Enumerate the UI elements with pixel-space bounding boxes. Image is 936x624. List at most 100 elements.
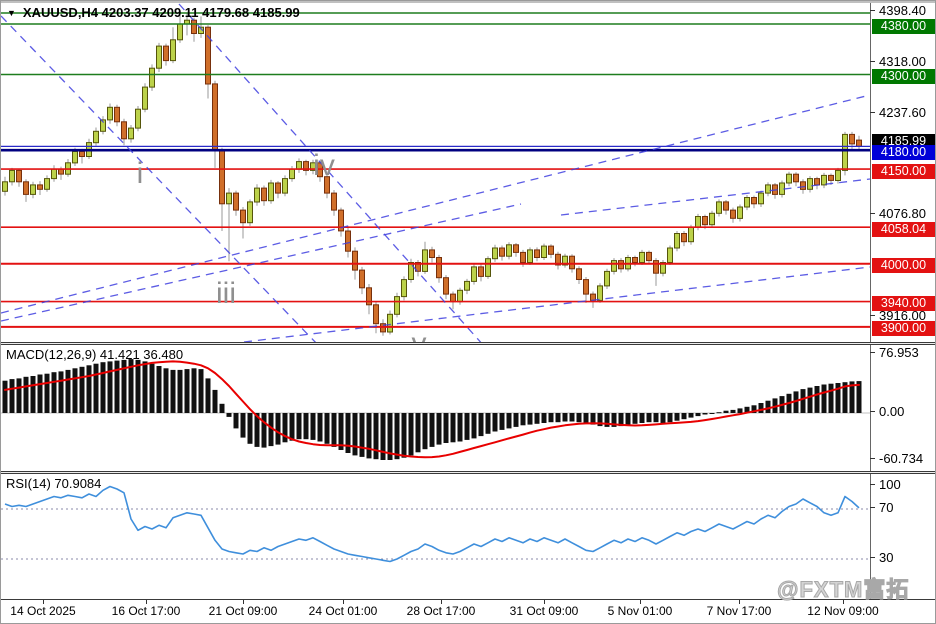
date-tick-mark [544,600,545,604]
rsi-tick: 100 [879,477,901,492]
axis-tick-mark [870,484,875,485]
date-tick-mark [243,600,244,604]
candle [583,279,589,295]
trendline [243,266,870,342]
macd-bar [541,413,547,423]
candle [44,178,50,190]
macd-tick: -60.734 [879,450,924,466]
candle [667,247,673,263]
panel-separator[interactable] [1,471,935,474]
chart-title-bar: ▼ XAUUSD,H4 4203.37 4209.11 4179.68 4185… [7,5,300,20]
candle [646,251,652,262]
candle [632,257,638,263]
macd-bar [758,403,764,413]
candle [765,184,771,194]
candle [170,39,176,62]
candle [702,216,708,226]
date-tick-mark [739,600,740,604]
candle [527,249,533,263]
macd-bar [247,413,253,444]
macd-bar [702,413,708,415]
candle [842,133,848,171]
candle [37,184,43,190]
chart-menu-icon[interactable]: ▼ [7,8,16,18]
macd-bar [72,368,78,413]
candle [793,173,799,183]
price-badge: 4150.00 [872,164,935,179]
candle [597,285,603,301]
price-axis[interactable]: 4398.40 4318.00 4237.60 4076.80 3916.00 4380.… [870,3,935,600]
macd-label: MACD(12,26,9) 41.421 36.480 [6,347,184,362]
candle [611,260,617,272]
wave-label: i [137,157,144,190]
candle [681,233,687,243]
candle [485,258,491,277]
macd-bar [170,369,176,413]
macd-tick: 76.953 [879,344,919,360]
macd-bar [184,369,190,413]
price-badge: 4380.00 [872,19,935,34]
macd-bar [583,413,589,423]
candle [219,149,225,205]
candle [9,169,15,183]
candle [653,260,659,274]
candle [121,121,127,140]
wave-label: v [412,327,427,342]
macd-bar [100,362,106,413]
macd-bar [576,413,582,423]
macd-bar [709,413,715,414]
candle [548,245,554,255]
bottom-border [1,599,935,600]
macd-bar [65,369,71,413]
candle [492,247,498,260]
axis-tick-mark [870,557,875,558]
main-chart-panel[interactable]: iiiiivv [1,3,870,342]
candle [247,201,253,224]
macd-panel[interactable] [1,345,870,471]
macd-bar [422,413,428,450]
candle [730,209,736,219]
macd-bar [191,368,197,413]
date-label: 7 Nov 17:00 [706,604,772,618]
macd-bar [93,363,99,413]
candle [450,293,456,303]
candle [499,247,505,257]
macd-bar [51,372,57,413]
rsi-tick: 30 [879,550,894,565]
panel-separator[interactable] [1,342,935,345]
macd-bar [317,413,323,442]
macd-bar [513,413,519,427]
rsi-panel[interactable] [1,474,870,599]
candle [177,23,183,41]
candle [534,249,540,258]
macd-bar [765,400,771,413]
date-label: 16 Oct 17:00 [111,604,181,618]
macd-bar [296,413,302,440]
price-tick: 4318.00 [879,54,926,70]
candle [401,279,407,298]
macd-bar [212,389,218,413]
date-tick-mark [441,600,442,604]
candle [821,174,827,186]
candle [709,212,715,226]
candle [240,209,246,224]
candle [688,226,694,243]
macd-bar [142,361,148,413]
date-tick-mark [343,600,344,604]
macd-bar [450,413,456,443]
candle [23,181,29,195]
macd-bar [219,403,225,413]
candle [639,251,645,263]
candle [191,19,197,35]
macd-bar [443,413,449,443]
macd-bar [499,413,505,430]
macd-bar [177,369,183,413]
date-tick-mark [43,600,44,604]
candle [135,108,141,129]
macd-histogram-group [2,359,862,460]
candle [814,178,820,186]
macd-bar [79,366,85,413]
date-label: 24 Oct 01:00 [308,604,378,618]
date-axis[interactable]: 14 Oct 2025 16 Oct 17:00 21 Oct 09:00 24 Oc… [1,600,935,623]
candle [506,244,512,257]
